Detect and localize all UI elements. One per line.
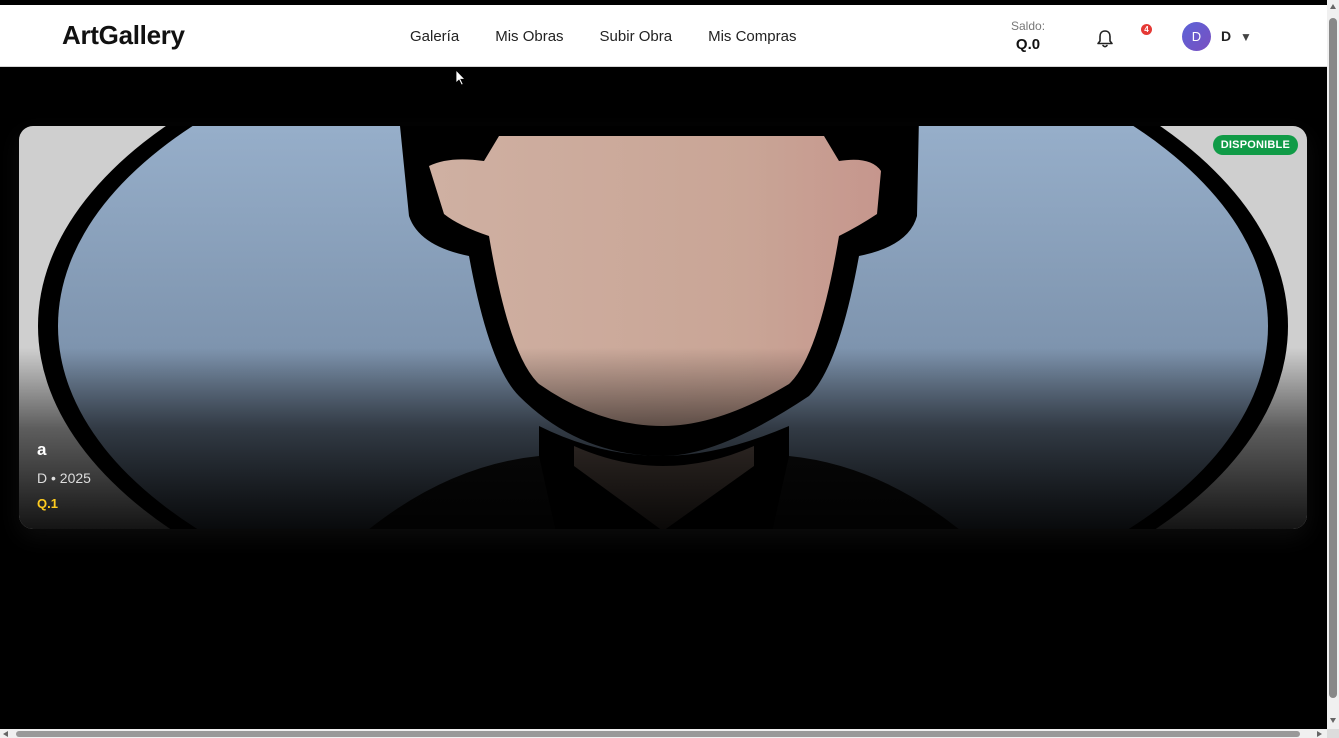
scroll-left-arrow-icon[interactable] <box>3 731 8 737</box>
balance-label: Saldo: <box>1011 19 1046 33</box>
scroll-up-arrow-icon[interactable] <box>1330 4 1336 9</box>
balance-value: Q.0 <box>1015 36 1041 53</box>
user-name[interactable]: D <box>1221 28 1231 44</box>
nav-link-galeria[interactable]: Galería <box>410 28 459 45</box>
nav-link-mis-obras[interactable]: Mis Obras <box>495 28 563 45</box>
brand-logo[interactable]: ArtGallery <box>62 20 185 51</box>
scroll-down-arrow-icon[interactable] <box>1330 718 1336 723</box>
nav-link-subir-obra[interactable]: Subir Obra <box>600 28 673 45</box>
artwork-artist-year: D • 2025 <box>37 470 91 486</box>
balance-display: Saldo: Q.0 <box>1011 19 1045 53</box>
horizontal-scrollbar[interactable] <box>0 729 1327 738</box>
scrollbar-corner <box>1327 729 1339 738</box>
scroll-right-arrow-icon[interactable] <box>1317 731 1322 737</box>
vertical-scrollbar[interactable] <box>1327 0 1339 738</box>
artwork-price: Q.1 <box>37 496 58 511</box>
vertical-scrollbar-thumb[interactable] <box>1329 18 1337 698</box>
card-gradient-overlay <box>19 126 1307 529</box>
main-nav: Galería Mis Obras Subir Obra Mis Compras <box>410 28 796 45</box>
avatar[interactable]: D <box>1182 22 1211 51</box>
horizontal-scrollbar-thumb[interactable] <box>16 731 1300 737</box>
artwork-card[interactable]: DISPONIBLE a D • 2025 Q.1 <box>19 126 1307 529</box>
notification-count-badge: 4 <box>1141 24 1152 35</box>
status-badge: DISPONIBLE <box>1212 135 1298 155</box>
navbar: ArtGallery Galería Mis Obras Subir Obra … <box>0 5 1327 67</box>
nav-link-mis-compras[interactable]: Mis Compras <box>708 28 796 45</box>
caret-down-icon[interactable]: ▼ <box>1240 30 1252 44</box>
artwork-title: a <box>37 440 47 459</box>
bell-icon[interactable] <box>1096 29 1114 49</box>
